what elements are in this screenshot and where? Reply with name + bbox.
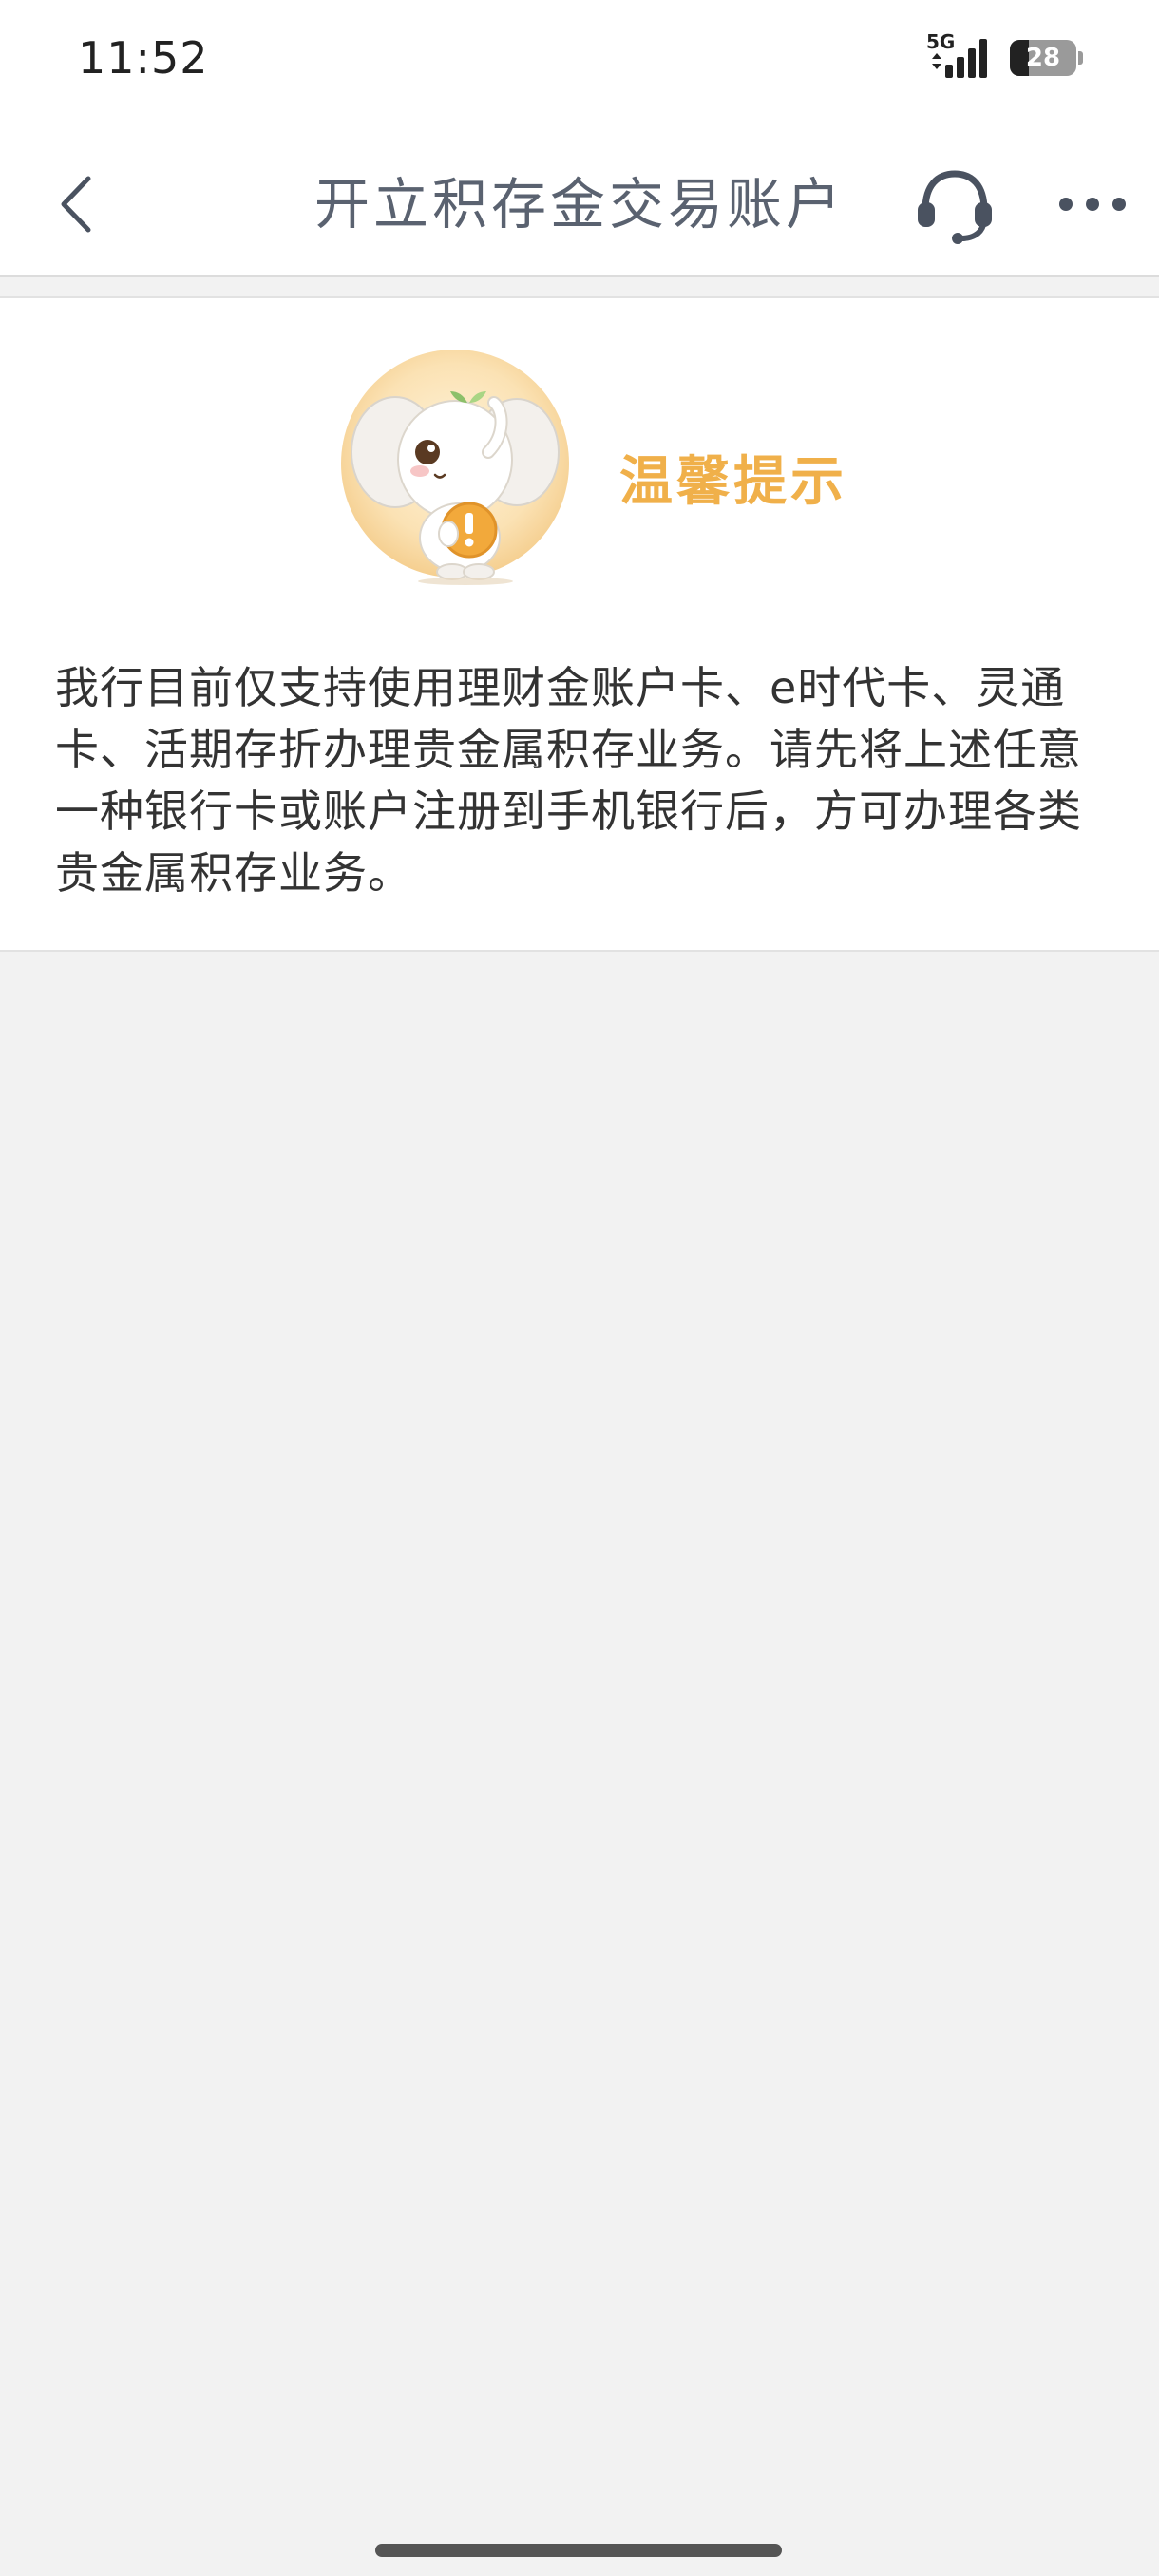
notice-title: 温馨提示 <box>619 451 847 513</box>
notice-message: 我行目前仅支持使用理财金账户卡、e时代卡、灵通卡、活期存折办理贵金属积存业务。请… <box>55 662 1082 899</box>
battery-cap <box>1078 51 1083 65</box>
home-indicator[interactable] <box>375 2544 782 2557</box>
back-button[interactable] <box>38 166 114 242</box>
status-indicators: 5G 28 <box>926 30 1083 82</box>
status-time: 11:52 <box>78 32 209 84</box>
battery-icon: 28 <box>1010 40 1076 76</box>
cellular-signal-icon: 5G <box>926 30 995 82</box>
elephant-mascot-icon <box>336 348 574 585</box>
chevron-left-icon <box>61 176 91 233</box>
nav-bar: 开立积存金交易账户 <box>0 133 1159 277</box>
customer-service-button[interactable] <box>907 161 1002 247</box>
notice-card: 温馨提示 我行目前仅支持使用理财金账户卡、e时代卡、灵通卡、活期存折办理贵金属积… <box>0 296 1159 952</box>
battery-level: 28 <box>1025 44 1061 72</box>
more-button[interactable] <box>1045 166 1140 242</box>
section-divider <box>0 277 1159 296</box>
headset-icon <box>918 170 992 244</box>
status-bar: 11:52 5G 28 <box>0 0 1159 133</box>
page-title: 开立积存金交易账户 <box>314 172 845 237</box>
more-dots-icon <box>1059 198 1126 211</box>
